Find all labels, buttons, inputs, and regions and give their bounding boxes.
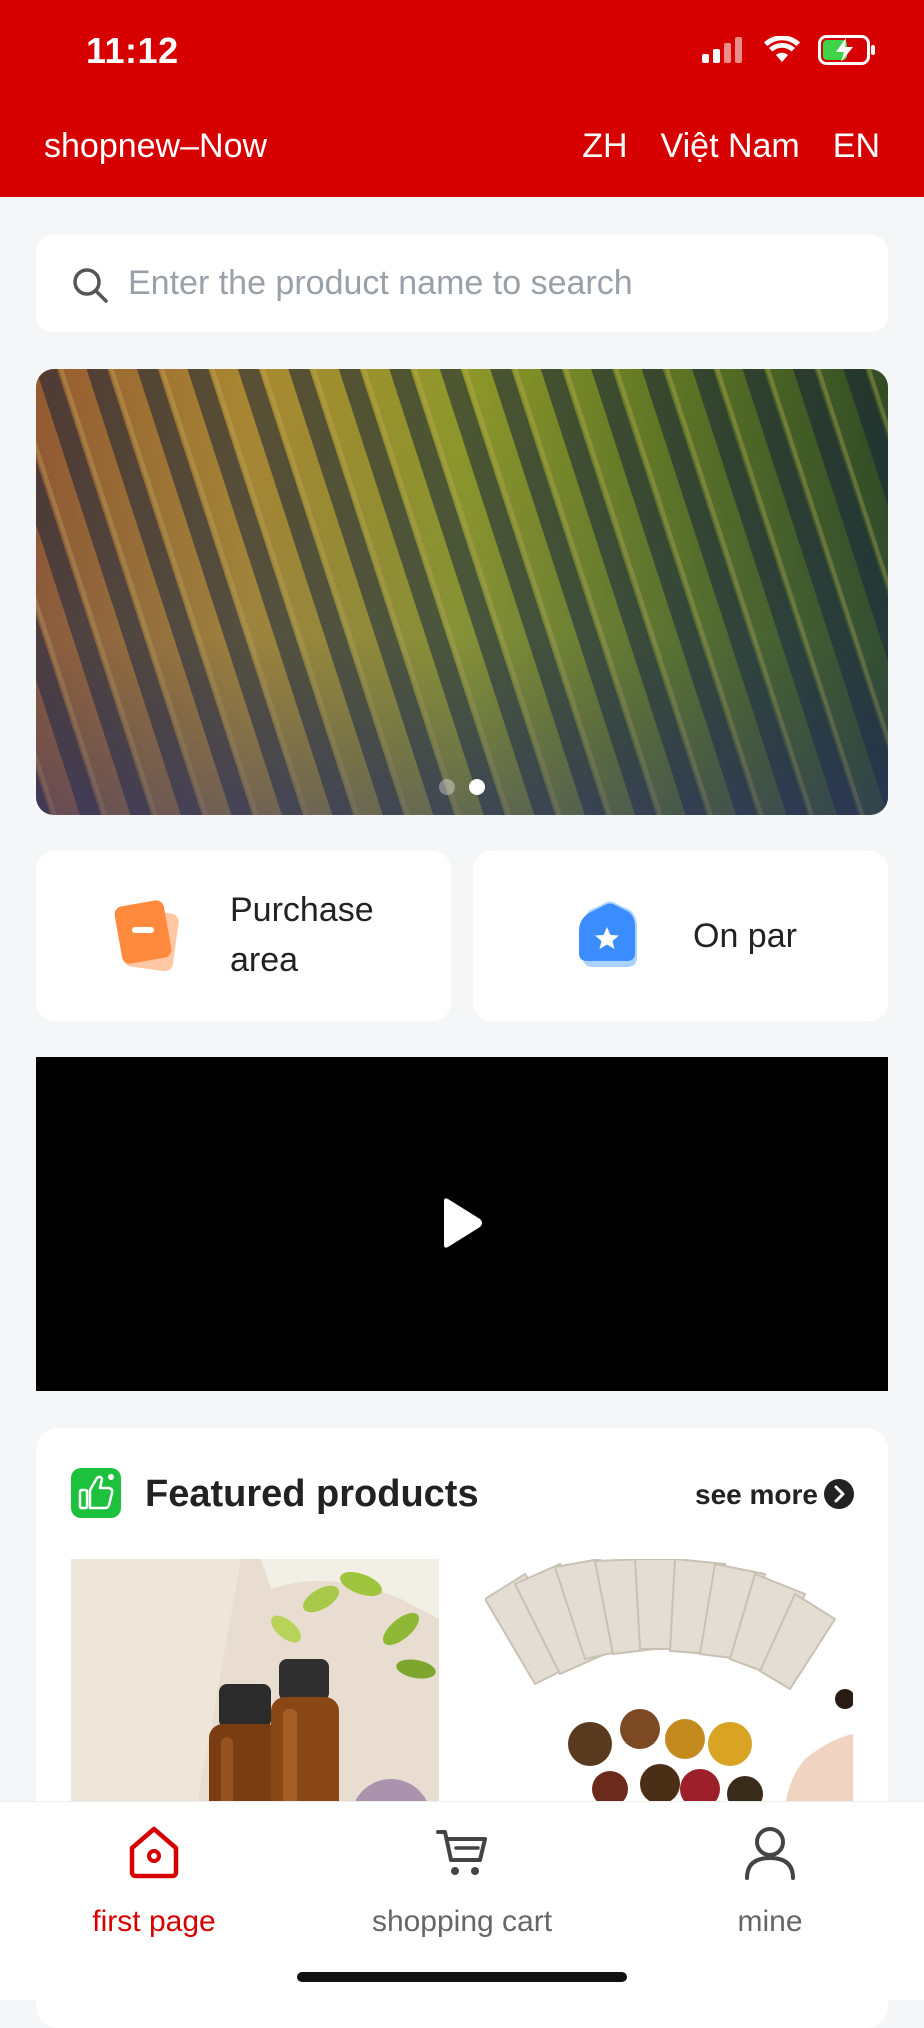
home-indicator [297,1972,627,1982]
search-bar[interactable] [36,235,888,332]
product-image [71,1559,439,1839]
product-card[interactable] [71,1559,439,1839]
product-image [485,1559,853,1839]
status-time: 11:12 [86,30,179,71]
lang-en[interactable]: EN [833,127,880,166]
tab-shopping-cart[interactable]: shopping cart [308,1802,616,1952]
carousel-dots [36,779,888,795]
user-icon [745,1827,795,1880]
app-title: shopnew–Now [44,127,268,165]
product-card[interactable] [485,1559,853,1839]
carousel-dot-active[interactable] [469,779,485,795]
tab-mine[interactable]: mine [616,1802,924,1952]
see-more-link[interactable]: see more [695,1479,818,1511]
wifi-icon [764,36,800,62]
featured-title: Featured products [145,1473,479,1515]
tab-label: mine [737,1905,803,1938]
search-icon [73,268,108,303]
lang-zh[interactable]: ZH [582,127,627,166]
tab-label: first page [92,1905,216,1938]
bottom-tab-bar: first page shopping cart mine [0,1801,924,2000]
purchase-area-label: Purchase area [230,891,374,979]
banner-carousel[interactable] [36,369,888,815]
lang-vietnam[interactable]: Việt Nam [661,127,800,166]
tab-label: shopping cart [371,1905,553,1938]
banner-image [36,369,888,815]
chevron-right-icon[interactable] [824,1479,854,1509]
search-input[interactable] [128,235,868,332]
on-par-card[interactable]: On par [473,851,888,1021]
tab-first-page[interactable]: first page [0,1802,308,1952]
home-icon [129,1826,179,1879]
cart-icon [436,1830,487,1875]
purchase-area-card[interactable]: Purchase area [36,851,451,1021]
signal-icon [702,37,742,63]
top-bar: 11:12 shopnew–Now ZH Việt Nam EN [0,0,924,197]
play-icon[interactable] [440,1197,484,1249]
purchase-tag-icon [114,900,179,972]
on-par-label: On par [693,917,797,955]
battery-icon [818,35,875,65]
star-house-icon [579,901,637,967]
status-icons [702,34,876,66]
thumbs-up-icon [71,1468,121,1518]
language-switcher: ZH Việt Nam EN [582,127,880,166]
carousel-dot[interactable] [439,779,455,795]
